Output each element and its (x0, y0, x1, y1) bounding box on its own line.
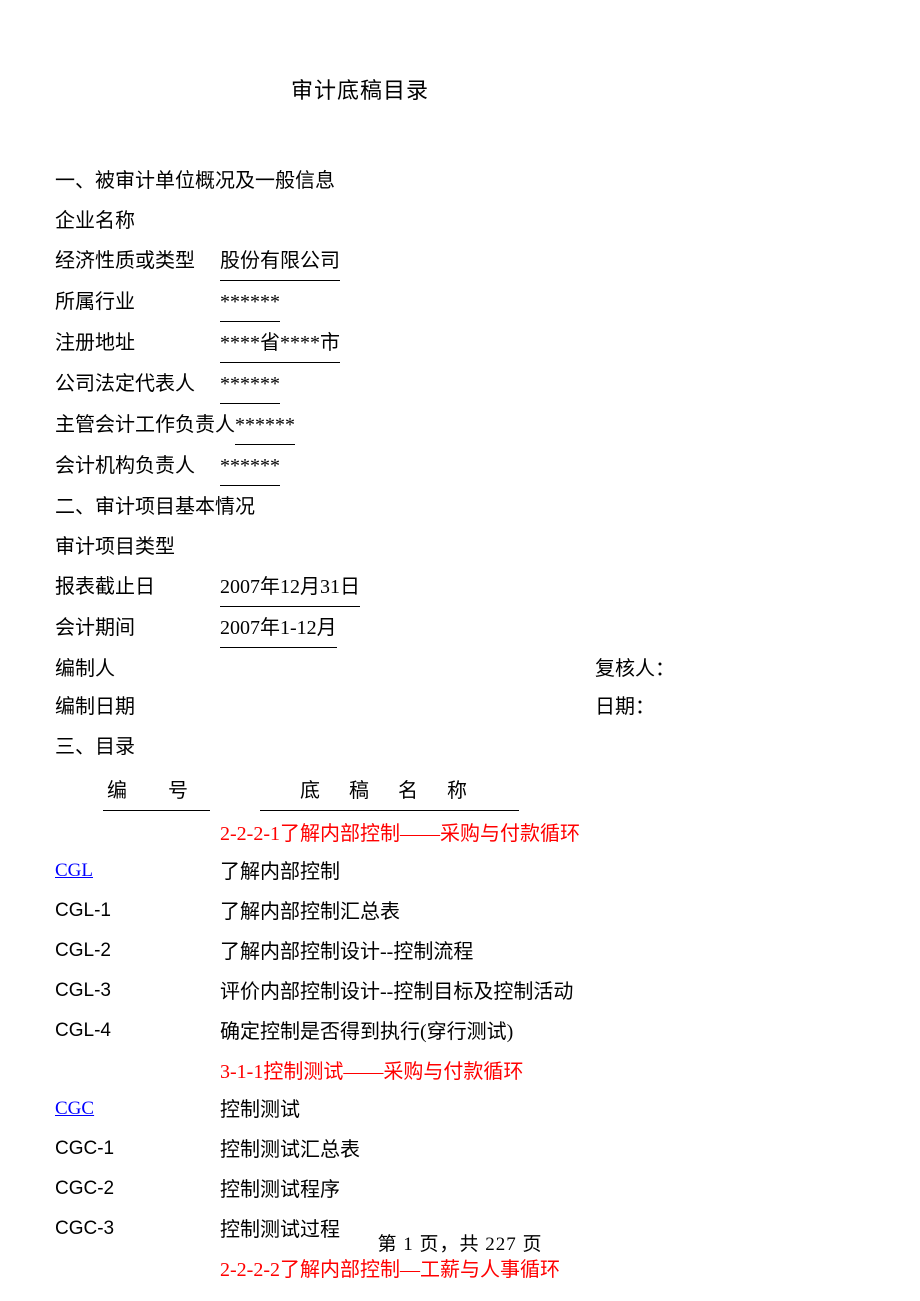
addr-label: 注册地址 (55, 324, 220, 363)
industry-value: ****** (220, 283, 280, 322)
toc-row-cgl2: CGL-2 了解内部控制设计--控制流程 (55, 933, 865, 971)
cutoff-value: 2007年12月31日 (220, 568, 360, 607)
section2-heading: 二、审计项目基本情况 (55, 488, 865, 526)
toc-name-cgc: 控制测试 (220, 1091, 865, 1129)
toc-header-code: 编 号 (103, 772, 210, 811)
row-acct-head: 主管会计工作负责人 ****** (55, 406, 865, 445)
toc-name-cgl3: 评价内部控制设计--控制目标及控制活动 (220, 973, 865, 1011)
econ-value: 股份有限公司 (220, 242, 340, 281)
toc-group-1: 2-2-2-1了解内部控制——采购与付款循环 (220, 815, 865, 853)
toc-name-cgc1: 控制测试汇总表 (220, 1131, 865, 1169)
toc-row-cgl1: CGL-1 了解内部控制汇总表 (55, 893, 865, 931)
legal-value: ****** (220, 365, 280, 404)
toc-name-cgc2: 控制测试程序 (220, 1171, 865, 1209)
industry-label: 所属行业 (55, 283, 220, 322)
row-address: 注册地址 ****省****市 (55, 324, 865, 363)
section3-heading: 三、目录 (55, 728, 865, 766)
row-industry: 所属行业 ****** (55, 283, 865, 322)
section1-heading: 一、被审计单位概况及一般信息 (55, 162, 865, 200)
toc-name-cgl1: 了解内部控制汇总表 (220, 893, 865, 931)
toc-code-cgl1: CGL-1 (55, 893, 220, 931)
row-cutoff: 报表截止日 2007年12月31日 (55, 568, 865, 607)
toc-code-cgc[interactable]: CGC (55, 1091, 220, 1129)
addr-value: ****省****市 (220, 324, 340, 363)
toc-name-cgl4: 确定控制是否得到执行(穿行测试) (220, 1013, 865, 1051)
toc-row-cgl4: CGL-4 确定控制是否得到执行(穿行测试) (55, 1013, 865, 1051)
row-legal-rep: 公司法定代表人 ****** (55, 365, 865, 404)
toc-code-cgc1: CGC-1 (55, 1131, 220, 1169)
toc-row-cgl3: CGL-3 评价内部控制设计--控制目标及控制活动 (55, 973, 865, 1011)
company-label: 企业名称 (55, 202, 220, 240)
toc-row-cgc2: CGC-2 控制测试程序 (55, 1171, 865, 1209)
row-acct-org: 会计机构负责人 ****** (55, 447, 865, 486)
row-economic-type: 经济性质或类型 股份有限公司 (55, 242, 865, 281)
page-footer: 第 1 页，共 227 页 (0, 1227, 920, 1263)
row-prep-date: 编制日期 日期： (55, 688, 865, 726)
acct-head-label: 主管会计工作负责人 (55, 406, 235, 445)
prep-date-label: 编制日期 (55, 688, 220, 726)
row-period: 会计期间 2007年1-12月 (55, 609, 865, 648)
econ-label: 经济性质或类型 (55, 242, 220, 281)
cutoff-label: 报表截止日 (55, 568, 220, 607)
toc-group-2: 3-1-1控制测试——采购与付款循环 (220, 1053, 865, 1091)
legal-label: 公司法定代表人 (55, 365, 220, 404)
toc-code-cgl3: CGL-3 (55, 973, 220, 1011)
period-value: 2007年1-12月 (220, 609, 337, 648)
type-label: 审计项目类型 (55, 528, 220, 566)
acct-org-label: 会计机构负责人 (55, 447, 220, 486)
toc-row-cgc1: CGC-1 控制测试汇总表 (55, 1131, 865, 1169)
row-preparer: 编制人 复核人： (55, 650, 865, 688)
acct-head-value: ****** (235, 406, 295, 445)
period-label: 会计期间 (55, 609, 220, 648)
reviewer-label: 复核人： (595, 650, 865, 688)
toc-header-name: 底 稿 名 称 (260, 772, 519, 811)
toc-row-cgl: CGL 了解内部控制 (55, 853, 865, 891)
toc-header: 编 号 底 稿 名 称 (55, 772, 865, 811)
toc-name-cgl2: 了解内部控制设计--控制流程 (220, 933, 865, 971)
row-audit-type: 审计项目类型 (55, 528, 865, 566)
page-title: 审计底稿目录 (55, 70, 865, 112)
toc-code-cgl2: CGL-2 (55, 933, 220, 971)
prep-label: 编制人 (55, 650, 220, 688)
row-company: 企业名称 (55, 202, 865, 240)
date-label: 日期： (595, 688, 865, 726)
toc-name-cgl: 了解内部控制 (220, 853, 865, 891)
toc-code-cgc2: CGC-2 (55, 1171, 220, 1209)
acct-org-value: ****** (220, 447, 280, 486)
toc-row-cgc: CGC 控制测试 (55, 1091, 865, 1129)
toc-code-cgl4: CGL-4 (55, 1013, 220, 1051)
toc-code-cgl[interactable]: CGL (55, 853, 220, 891)
